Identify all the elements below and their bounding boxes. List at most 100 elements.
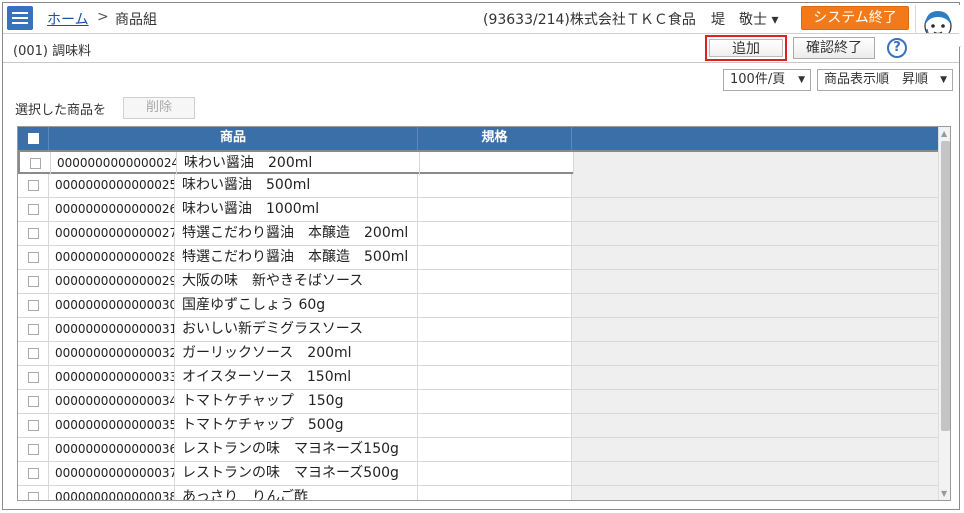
row-checkbox[interactable] <box>18 246 49 269</box>
row-filler <box>572 438 940 461</box>
table-row[interactable]: 0000000000000038 あっさり りんご酢 <box>18 486 940 500</box>
category-bar: (001) 調味料 追加 確認終了 ? <box>3 33 959 63</box>
row-checkbox[interactable] <box>18 174 49 197</box>
user-menu[interactable]: 堤 敬士 ▾ <box>711 9 778 29</box>
confirm-end-button[interactable]: 確認終了 <box>793 37 875 59</box>
row-checkbox[interactable] <box>18 390 49 413</box>
column-header-spec[interactable]: 規格 <box>418 127 572 150</box>
table-row[interactable]: 0000000000000034 トマトケチャップ 150g <box>18 390 940 414</box>
sort-order-select[interactable]: 商品表示順 昇順 ▼ <box>817 69 953 91</box>
caret-down-icon: ▼ <box>798 75 805 85</box>
table-row[interactable]: 0000000000000026 味わい醤油 1000ml <box>18 198 940 222</box>
column-header-empty <box>572 127 938 150</box>
row-checkbox[interactable] <box>18 486 49 500</box>
row-checkbox[interactable] <box>18 414 49 437</box>
product-code: 0000000000000026 <box>49 198 175 221</box>
row-checkbox[interactable] <box>18 270 49 293</box>
product-code: 0000000000000036 <box>49 438 175 461</box>
table-row[interactable]: 0000000000000029 大阪の味 新やきそばソース <box>18 270 940 294</box>
table-row[interactable]: 0000000000000036 レストランの味 マヨネーズ150g <box>18 438 940 462</box>
product-code: 0000000000000032 <box>49 342 175 365</box>
row-filler <box>572 198 940 221</box>
product-spec <box>420 152 574 175</box>
select-all-checkbox[interactable] <box>18 127 49 150</box>
row-checkbox[interactable] <box>18 342 49 365</box>
breadcrumb-separator: > <box>97 9 109 25</box>
product-spec <box>418 438 572 461</box>
row-checkbox[interactable] <box>18 294 49 317</box>
add-button[interactable]: 追加 <box>705 35 787 61</box>
product-name: 味わい醤油 500ml <box>175 174 418 197</box>
product-code: 0000000000000025 <box>49 174 175 197</box>
row-filler <box>572 318 940 341</box>
product-name: 特選こだわり醤油 本醸造 500ml <box>175 246 418 269</box>
product-spec <box>418 342 572 365</box>
row-checkbox[interactable] <box>18 438 49 461</box>
product-code: 0000000000000029 <box>49 270 175 293</box>
table-row[interactable]: 0000000000000033 オイスターソース 150ml <box>18 366 940 390</box>
product-spec <box>418 294 572 317</box>
product-spec <box>418 366 572 389</box>
question-circle-icon[interactable]: ? <box>887 38 907 58</box>
product-code: 0000000000000038 <box>49 486 175 500</box>
product-name: 味わい醤油 200ml <box>177 152 420 175</box>
product-code: 0000000000000031 <box>49 318 175 341</box>
row-filler <box>572 222 940 245</box>
row-filler <box>572 390 940 413</box>
product-code: 0000000000000030 <box>49 294 175 317</box>
table-row[interactable]: 0000000000000024 味わい醤油 200ml <box>18 150 942 175</box>
product-spec <box>418 222 572 245</box>
product-name: トマトケチャップ 500g <box>175 414 418 437</box>
column-header-product[interactable]: 商品 <box>49 127 418 150</box>
breadcrumb-home-link[interactable]: ホーム <box>47 9 89 29</box>
product-name: 大阪の味 新やきそばソース <box>175 270 418 293</box>
product-spec <box>418 486 572 500</box>
product-table: 商品 規格 0000000000000024 味わい醤油 200ml 0000000… <box>17 126 951 501</box>
top-header: ホーム > 商品組 (93633/214)株式会社ＴＫＣ食品 堤 敬士 ▾ シス… <box>3 3 959 33</box>
scroll-thumb[interactable] <box>941 141 950 431</box>
product-name: 国産ゆずこしょう 60g <box>175 294 418 317</box>
table-row[interactable]: 0000000000000027 特選こだわり醤油 本醸造 200ml <box>18 222 940 246</box>
row-checkbox[interactable] <box>18 198 49 221</box>
product-name: おいしい新デミグラスソース <box>175 318 418 341</box>
table-row[interactable]: 0000000000000035 トマトケチャップ 500g <box>18 414 940 438</box>
product-code: 0000000000000024 <box>51 152 177 175</box>
table-row[interactable]: 0000000000000025 味わい醤油 500ml <box>18 174 940 198</box>
scroll-down-icon[interactable]: ▼ <box>941 489 947 498</box>
hamburger-icon[interactable] <box>7 6 33 30</box>
table-row[interactable]: 0000000000000031 おいしい新デミグラスソース <box>18 318 940 342</box>
product-spec <box>418 270 572 293</box>
product-code: 0000000000000028 <box>49 246 175 269</box>
row-filler <box>574 152 942 175</box>
row-filler <box>572 246 940 269</box>
row-filler <box>572 414 940 437</box>
product-name: 特選こだわり醤油 本醸造 200ml <box>175 222 418 245</box>
per-page-select[interactable]: 100件/頁 ▼ <box>723 69 811 91</box>
scroll-up-icon[interactable]: ▲ <box>941 129 947 138</box>
row-checkbox[interactable] <box>20 152 51 175</box>
table-row[interactable]: 0000000000000028 特選こだわり醤油 本醸造 500ml <box>18 246 940 270</box>
product-name: 味わい醤油 1000ml <box>175 198 418 221</box>
table-row[interactable]: 0000000000000030 国産ゆずこしょう 60g <box>18 294 940 318</box>
row-checkbox[interactable] <box>18 222 49 245</box>
system-end-button[interactable]: システム終了 <box>801 6 909 30</box>
product-code: 0000000000000033 <box>49 366 175 389</box>
product-name: トマトケチャップ 150g <box>175 390 418 413</box>
company-name: (93633/214)株式会社ＴＫＣ食品 <box>483 12 696 28</box>
delete-button[interactable]: 削除 <box>123 97 195 119</box>
table-row[interactable]: 0000000000000032 ガーリックソース 200ml <box>18 342 940 366</box>
row-checkbox[interactable] <box>18 462 49 485</box>
product-code: 0000000000000034 <box>49 390 175 413</box>
row-checkbox[interactable] <box>18 366 49 389</box>
product-spec <box>418 462 572 485</box>
product-code: 0000000000000027 <box>49 222 175 245</box>
row-checkbox[interactable] <box>18 318 49 341</box>
breadcrumb-current: 商品組 <box>115 12 157 28</box>
row-filler <box>572 342 940 365</box>
product-spec <box>418 246 572 269</box>
table-row[interactable]: 0000000000000037 レストランの味 マヨネーズ500g <box>18 462 940 486</box>
category-title: (001) 調味料 <box>13 44 92 59</box>
product-name: ガーリックソース 200ml <box>175 342 418 365</box>
table-scrollbar[interactable]: ▲ ▼ <box>938 127 950 500</box>
row-filler <box>572 366 940 389</box>
